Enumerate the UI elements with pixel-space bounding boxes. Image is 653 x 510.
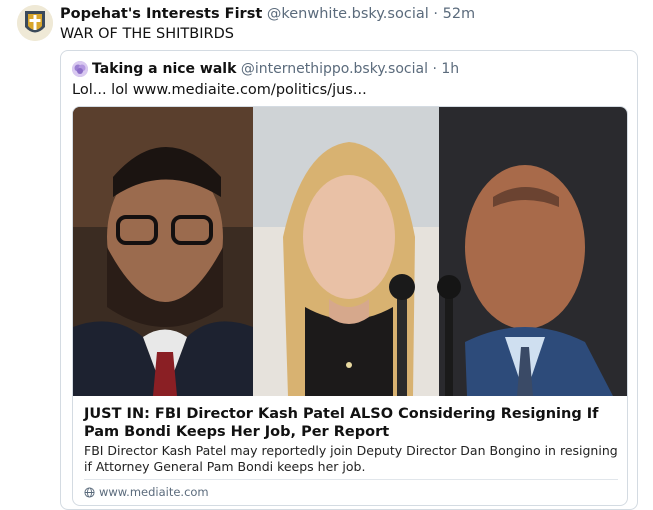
quote-author-handle[interactable]: @internethippo.bsky.social [241, 61, 428, 77]
post-time[interactable]: 52m [443, 6, 476, 22]
quote-separator-dot: · [432, 61, 437, 77]
quote-author-avatar[interactable] [72, 61, 88, 77]
post-text: WAR OF THE SHITBIRDS [60, 26, 234, 42]
link-card-title[interactable]: JUST IN: FBI Director Kash Patel ALSO Co… [84, 405, 619, 441]
post-header: Popehat's Interests First @kenwhite.bsky… [60, 6, 475, 22]
quoted-post[interactable]: Taking a nice walk @internethippo.bsky.s… [60, 50, 638, 510]
separator-dot: · [433, 6, 438, 22]
link-card[interactable]: JUST IN: FBI Director Kash Patel ALSO Co… [72, 106, 628, 506]
link-card-divider [84, 479, 618, 480]
quote-author-name[interactable]: Taking a nice walk [92, 61, 236, 77]
link-card-domain[interactable]: www.mediaite.com [84, 485, 209, 499]
quote-time[interactable]: 1h [441, 61, 459, 77]
author-handle[interactable]: @kenwhite.bsky.social [267, 6, 429, 22]
quote-text: Lol... lol www.mediaite.com/politics/jus… [72, 82, 367, 98]
link-card-description: FBI Director Kash Patel may reportedly j… [84, 443, 618, 474]
author-name[interactable]: Popehat's Interests First [60, 6, 262, 22]
globe-icon [84, 486, 95, 498]
avatar-brain-icon [72, 61, 88, 77]
link-card-image [73, 107, 627, 396]
author-avatar[interactable] [17, 5, 53, 41]
quote-header: Taking a nice walk @internethippo.bsky.s… [92, 61, 459, 77]
avatar-shield-icon [17, 5, 53, 41]
link-card-domain-text: www.mediaite.com [99, 485, 209, 499]
